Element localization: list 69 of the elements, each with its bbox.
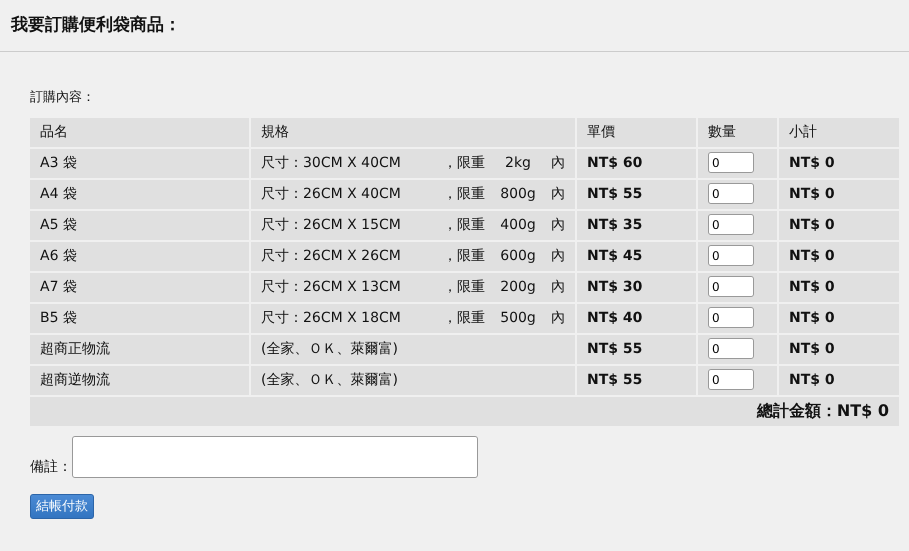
subtotal-cell: NT$ 0 — [778, 240, 899, 272]
suffix-text: 內 — [551, 154, 565, 172]
size-text: 尺寸：26CM X 18CM — [261, 308, 402, 328]
price-cell: NT$ 30 — [576, 272, 697, 302]
remarks-label: 備註： — [30, 458, 72, 476]
quantity-field[interactable]: 0 — [708, 183, 754, 204]
price-cell: NT$ 55 — [576, 364, 697, 396]
price-cell: NT$ 45 — [576, 240, 697, 272]
weight-limit-label: ，限重 — [443, 216, 486, 234]
store-list-text: (全家、ＯＫ、萊爾富) — [261, 372, 398, 388]
size-text: 尺寸：26CM X 40CM — [261, 184, 402, 204]
quantity-field[interactable]: 0 — [708, 245, 754, 266]
subtotal-cell: NT$ 0 — [778, 302, 899, 334]
page-title: 我要訂購便利袋商品： — [11, 15, 181, 36]
weight-text: 500g — [499, 308, 537, 328]
suffix-text: 內 — [551, 308, 565, 328]
size-text: 尺寸：30CM X 40CM — [261, 154, 402, 172]
quantity-field[interactable]: 0 — [708, 307, 754, 328]
column-header: 小計 — [778, 116, 899, 148]
size-text: 尺寸：26CM X 26CM — [261, 246, 402, 266]
weight-text: 2kg — [504, 154, 532, 172]
remarks-field[interactable] — [72, 436, 478, 478]
subtotal-cell: NT$ 0 — [778, 148, 899, 178]
weight-text: 200g — [499, 278, 537, 296]
table-cell: B5 袋 — [30, 302, 250, 334]
table-cell: A5 袋 — [30, 210, 250, 240]
quantity-field[interactable]: 0 — [708, 276, 754, 298]
quantity-field[interactable]: 0 — [708, 152, 754, 174]
column-header: 規格 — [250, 116, 576, 148]
size-text: 尺寸：26CM X 15CM — [261, 216, 402, 234]
table-cell: A6 袋 — [30, 240, 250, 272]
weight-limit-label: ，限重 — [443, 246, 486, 266]
weight-limit-label: ，限重 — [443, 184, 486, 204]
table-cell: A3 袋 — [30, 148, 250, 178]
total-amount: 總計金額：NT$ 0 — [30, 396, 899, 426]
price-cell: NT$ 55 — [576, 178, 697, 210]
price-cell: NT$ 55 — [576, 334, 697, 364]
quantity-field[interactable]: 0 — [708, 369, 754, 390]
size-text: 尺寸：26CM X 13CM — [261, 278, 402, 296]
subtotal-cell: NT$ 0 — [778, 272, 899, 302]
suffix-text: 內 — [551, 184, 565, 204]
price-cell: NT$ 60 — [576, 148, 697, 178]
checkout-button[interactable]: 結帳付款 — [30, 494, 94, 519]
column-header: 品名 — [30, 116, 250, 148]
suffix-text: 內 — [551, 246, 565, 266]
table-cell: 超商正物流 — [30, 334, 250, 364]
subtotal-cell: NT$ 0 — [778, 334, 899, 364]
suffix-text: 內 — [551, 216, 565, 234]
weight-limit-label: ，限重 — [443, 278, 486, 296]
table-cell: A7 袋 — [30, 272, 250, 302]
table-cell: 超商逆物流 — [30, 364, 250, 396]
price-cell: NT$ 35 — [576, 210, 697, 240]
weight-limit-label: ，限重 — [443, 154, 486, 172]
column-header: 數量 — [697, 116, 778, 148]
weight-text: 600g — [499, 246, 537, 266]
column-header: 單價 — [576, 116, 697, 148]
suffix-text: 內 — [551, 278, 565, 296]
subtotal-cell: NT$ 0 — [778, 364, 899, 396]
weight-text: 400g — [499, 216, 537, 234]
subtotal-cell: NT$ 0 — [778, 178, 899, 210]
weight-limit-label: ，限重 — [443, 308, 486, 328]
weight-text: 800g — [499, 184, 537, 204]
subtotal-cell: NT$ 0 — [778, 210, 899, 240]
quantity-field[interactable]: 0 — [708, 214, 754, 236]
store-list-text: (全家、ＯＫ、萊爾富) — [261, 340, 398, 356]
table-cell: A4 袋 — [30, 178, 250, 210]
section-label: 訂購內容： — [30, 89, 96, 107]
quantity-field[interactable]: 0 — [708, 338, 754, 360]
price-cell: NT$ 40 — [576, 302, 697, 334]
